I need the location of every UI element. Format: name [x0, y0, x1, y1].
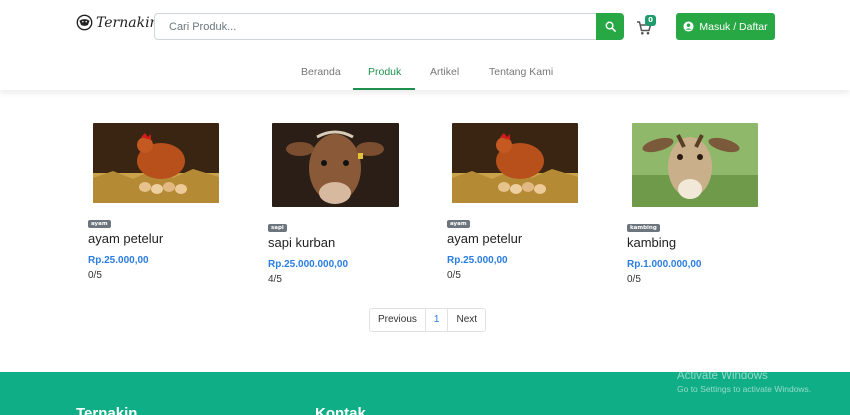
site-header: Ternakin 0 Masuk / Daftar Beranda Produk…: [0, 0, 850, 90]
product-name[interactable]: ayam petelur: [447, 231, 522, 246]
product-price: Rp.1.000.000,00: [627, 259, 702, 270]
category-badge: sapi: [268, 224, 287, 232]
nav-active-indicator: [353, 88, 415, 90]
footer-contact-title: Kontak: [315, 405, 366, 415]
search-icon: [605, 21, 616, 32]
nav-artikel[interactable]: Artikel: [430, 66, 459, 78]
chicken-image: [93, 123, 219, 203]
category-badge: kambing: [627, 224, 660, 232]
footer-brand-title: Ternakin: [76, 405, 138, 415]
product-price: Rp.25.000,00: [88, 255, 149, 266]
product-rating: 4/5: [268, 274, 282, 285]
user-icon: [683, 21, 694, 32]
watermark-title: Activate Windows: [677, 370, 768, 382]
pagination: Previous 1 Next: [369, 308, 487, 332]
nav-produk[interactable]: Produk: [368, 66, 401, 78]
category-badge: ayam: [447, 220, 470, 228]
chicken-image: [452, 123, 578, 203]
cow-logo-icon: [76, 14, 93, 31]
pagination-previous[interactable]: Previous: [370, 309, 425, 331]
pagination-next[interactable]: Next: [447, 309, 485, 331]
brand-name: Ternakin: [96, 14, 159, 31]
product-rating: 0/5: [627, 274, 641, 285]
windows-activation-watermark: Activate Windows Go to Settings to activ…: [677, 370, 811, 394]
cart-count-badge: 0: [645, 15, 656, 26]
goat-image: [632, 123, 758, 207]
search-button[interactable]: [596, 13, 624, 40]
product-card[interactable]: ayam ayam petelur Rp.25.000,00 0/5: [88, 123, 228, 283]
search-input[interactable]: [154, 13, 597, 40]
login-register-button[interactable]: Masuk / Daftar: [676, 13, 775, 40]
product-price: Rp.25.000.000,00: [268, 259, 349, 270]
watermark-subtitle: Go to Settings to activate Windows.: [677, 384, 812, 394]
main-nav: Beranda Produk Artikel Tentang Kami: [0, 56, 850, 90]
product-price: Rp.25.000,00: [447, 255, 508, 266]
nav-tentang-kami[interactable]: Tentang Kami: [489, 66, 553, 78]
product-rating: 0/5: [447, 270, 461, 281]
product-card[interactable]: sapi sapi kurban Rp.25.000.000,00 4/5: [268, 123, 408, 288]
product-name[interactable]: kambing: [627, 235, 676, 250]
login-register-label: Masuk / Daftar: [699, 20, 768, 33]
nav-beranda[interactable]: Beranda: [301, 66, 341, 78]
cow-image: [272, 123, 399, 207]
brand-logo[interactable]: Ternakin: [76, 14, 159, 31]
category-badge: ayam: [88, 220, 111, 228]
product-name[interactable]: sapi kurban: [268, 235, 335, 250]
pagination-page-1[interactable]: 1: [424, 309, 448, 331]
product-name[interactable]: ayam petelur: [88, 231, 163, 246]
product-card[interactable]: kambing kambing Rp.1.000.000,00 0/5: [627, 123, 767, 288]
product-rating: 0/5: [88, 270, 102, 281]
product-card[interactable]: ayam ayam petelur Rp.25.000,00 0/5: [447, 123, 587, 283]
